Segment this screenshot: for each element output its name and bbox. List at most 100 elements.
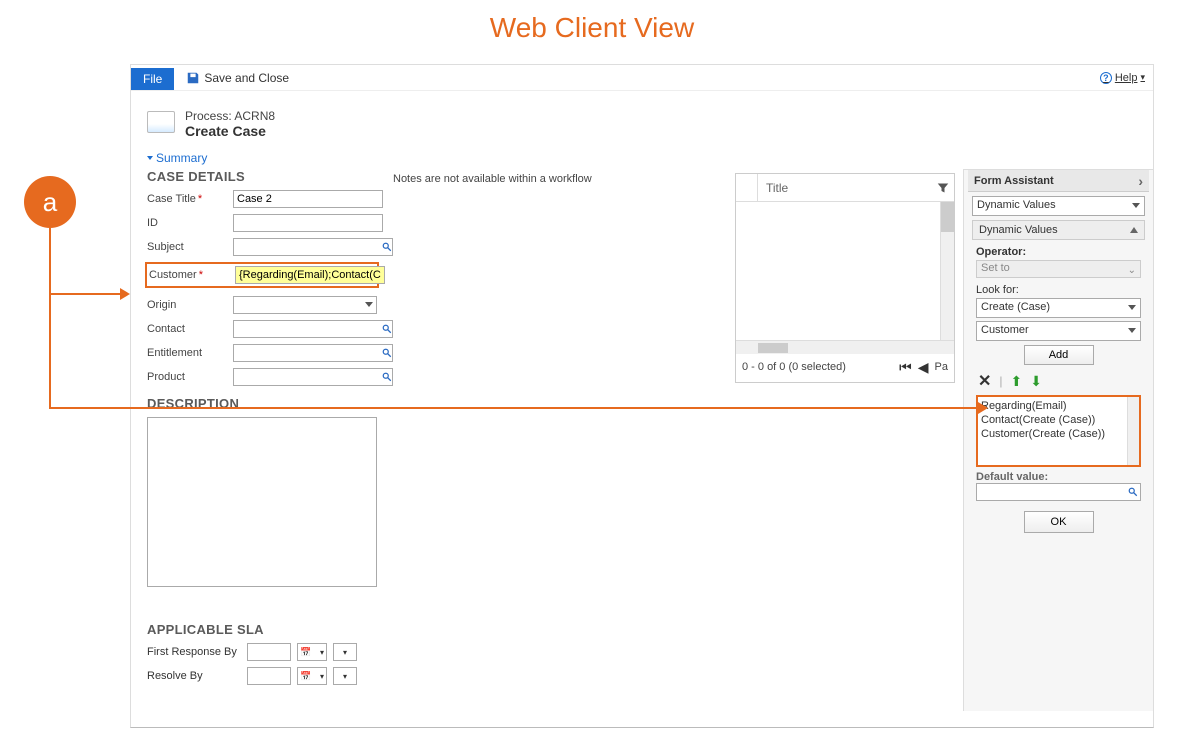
- look-for-label: Look for:: [976, 284, 1141, 296]
- subject-input[interactable]: [233, 238, 382, 256]
- product-input[interactable]: [233, 368, 382, 386]
- calendar-icon: 📅: [300, 671, 311, 682]
- app-window: File Save and Close ? Help ▾ Process: AC…: [130, 64, 1154, 728]
- caret-down-icon: [147, 156, 153, 160]
- annotation-line-to-list: [49, 407, 979, 409]
- resolve-by-date-input[interactable]: [247, 667, 291, 685]
- add-button[interactable]: Add: [1024, 345, 1094, 365]
- origin-dropdown[interactable]: [233, 296, 377, 314]
- save-icon: [186, 71, 200, 85]
- id-label: ID: [147, 217, 233, 229]
- chevron-down-icon: ▾: [320, 672, 324, 681]
- origin-label: Origin: [147, 299, 233, 311]
- grid-footer: 0 - 0 of 0 (0 selected) ⏮ ◀ Pa: [736, 354, 954, 380]
- left-column: CASE DETAILS Case Title* ID Subject: [131, 169, 385, 711]
- grid-prev-page-button[interactable]: ◀: [918, 359, 929, 376]
- resolve-by-time-button[interactable]: ▾: [333, 667, 357, 685]
- file-menu-button[interactable]: File: [131, 68, 174, 90]
- look-for-field-select[interactable]: Customer: [976, 321, 1141, 341]
- chevron-down-icon: ▾: [320, 648, 324, 657]
- chevron-down-icon: ▾: [343, 672, 347, 681]
- help-icon: ?: [1100, 72, 1112, 84]
- default-value-lookup-button[interactable]: [1125, 483, 1141, 501]
- resolve-by-calendar-button[interactable]: 📅▾: [297, 667, 327, 685]
- operator-select[interactable]: Set to⌄: [976, 260, 1141, 278]
- default-value-input[interactable]: [976, 483, 1125, 501]
- case-title-input[interactable]: [233, 190, 383, 208]
- grid-select-column[interactable]: [736, 174, 758, 201]
- dynamic-values-listbox[interactable]: Regarding(Email) Contact(Create (Case)) …: [976, 395, 1141, 467]
- form-assistant-header[interactable]: Form Assistant›: [968, 170, 1149, 192]
- process-header: Process: ACRN8 Create Case: [131, 91, 1153, 147]
- dynamic-values-section[interactable]: Dynamic Values: [972, 220, 1145, 240]
- ok-button[interactable]: OK: [1024, 511, 1094, 533]
- save-and-close-button[interactable]: Save and Close: [186, 71, 289, 85]
- help-link[interactable]: ? Help ▾: [1100, 72, 1145, 84]
- first-response-calendar-button[interactable]: 📅▾: [297, 643, 327, 661]
- chevron-down-icon: [1132, 203, 1140, 208]
- id-input[interactable]: [233, 214, 383, 232]
- customer-label: Customer*: [149, 269, 235, 281]
- calendar-icon: 📅: [300, 647, 311, 658]
- move-down-button[interactable]: ⬇: [1030, 373, 1042, 390]
- help-caret-icon: ▾: [1140, 72, 1145, 83]
- annotation-line-to-customer: [49, 293, 121, 295]
- chevron-down-icon: ⌄: [1128, 265, 1136, 276]
- process-title: Create Case: [185, 123, 275, 139]
- remove-button[interactable]: ✕: [978, 371, 991, 391]
- middle-column: Notes are not available within a workflo…: [385, 169, 963, 711]
- grid-body: [736, 202, 954, 340]
- chevron-down-icon: [365, 302, 373, 307]
- help-label: Help: [1115, 72, 1138, 84]
- grid-title-column[interactable]: Title: [758, 181, 932, 195]
- grid-vertical-scrollbar[interactable]: [940, 202, 954, 340]
- process-icon: [147, 111, 175, 133]
- resolve-by-label: Resolve By: [147, 670, 247, 682]
- annotation-line-vertical: [49, 228, 51, 408]
- contact-label: Contact: [147, 323, 233, 335]
- first-response-date-input[interactable]: [247, 643, 291, 661]
- grid-horizontal-scrollbar[interactable]: [736, 340, 954, 354]
- annotation-arrow-customer: [120, 288, 130, 300]
- top-toolbar: File Save and Close ? Help ▾: [131, 65, 1153, 91]
- process-name-line: Process: ACRN8: [185, 109, 275, 123]
- list-item[interactable]: Regarding(Email): [981, 399, 1136, 413]
- grid-page-label: Pa: [935, 361, 948, 373]
- operator-label: Operator:: [976, 246, 1141, 258]
- first-response-label: First Response By: [147, 646, 247, 658]
- separator: |: [999, 374, 1002, 388]
- listbox-scrollbar[interactable]: [1127, 397, 1139, 465]
- list-item[interactable]: Contact(Create (Case)): [981, 413, 1136, 427]
- lookup-icon: [1128, 487, 1138, 497]
- look-for-entity-select[interactable]: Create (Case): [976, 298, 1141, 318]
- grid-status-text: 0 - 0 of 0 (0 selected): [742, 361, 846, 373]
- description-textarea[interactable]: [147, 417, 377, 587]
- product-label: Product: [147, 371, 233, 383]
- entitlement-input[interactable]: [233, 344, 382, 362]
- notes-unavailable-text: Notes are not available within a workflo…: [393, 169, 725, 185]
- chevron-down-icon: [1128, 305, 1136, 310]
- grid-first-page-button[interactable]: ⏮: [899, 359, 912, 376]
- sla-heading: APPLICABLE SLA: [147, 622, 377, 637]
- annotation-arrow-list: [978, 402, 988, 414]
- customer-row-highlight: Customer*: [145, 262, 379, 288]
- contact-input[interactable]: [233, 320, 382, 338]
- list-item[interactable]: Customer(Create (Case)): [981, 427, 1136, 441]
- save-close-label: Save and Close: [204, 71, 289, 85]
- case-title-label: Case Title*: [147, 193, 233, 205]
- case-details-heading: CASE DETAILS: [147, 169, 377, 184]
- customer-input[interactable]: [235, 266, 385, 284]
- entitlement-label: Entitlement: [147, 347, 233, 359]
- first-response-time-button[interactable]: ▾: [333, 643, 357, 661]
- related-grid: Title 0 - 0 of 0 (0 selected): [735, 173, 955, 383]
- summary-section-toggle[interactable]: Summary: [131, 147, 1153, 169]
- filter-icon: [937, 182, 949, 194]
- move-up-button[interactable]: ⬆: [1011, 373, 1023, 390]
- chevron-down-icon: [1128, 328, 1136, 333]
- chevron-down-icon: ▾: [343, 648, 347, 657]
- assistant-type-select[interactable]: Dynamic Values: [972, 196, 1145, 216]
- page-heading: Web Client View: [0, 0, 1184, 50]
- form-assistant-panel: Form Assistant› Dynamic Values Dynamic V…: [963, 169, 1153, 711]
- subject-label: Subject: [147, 241, 233, 253]
- grid-filter-button[interactable]: [932, 182, 954, 194]
